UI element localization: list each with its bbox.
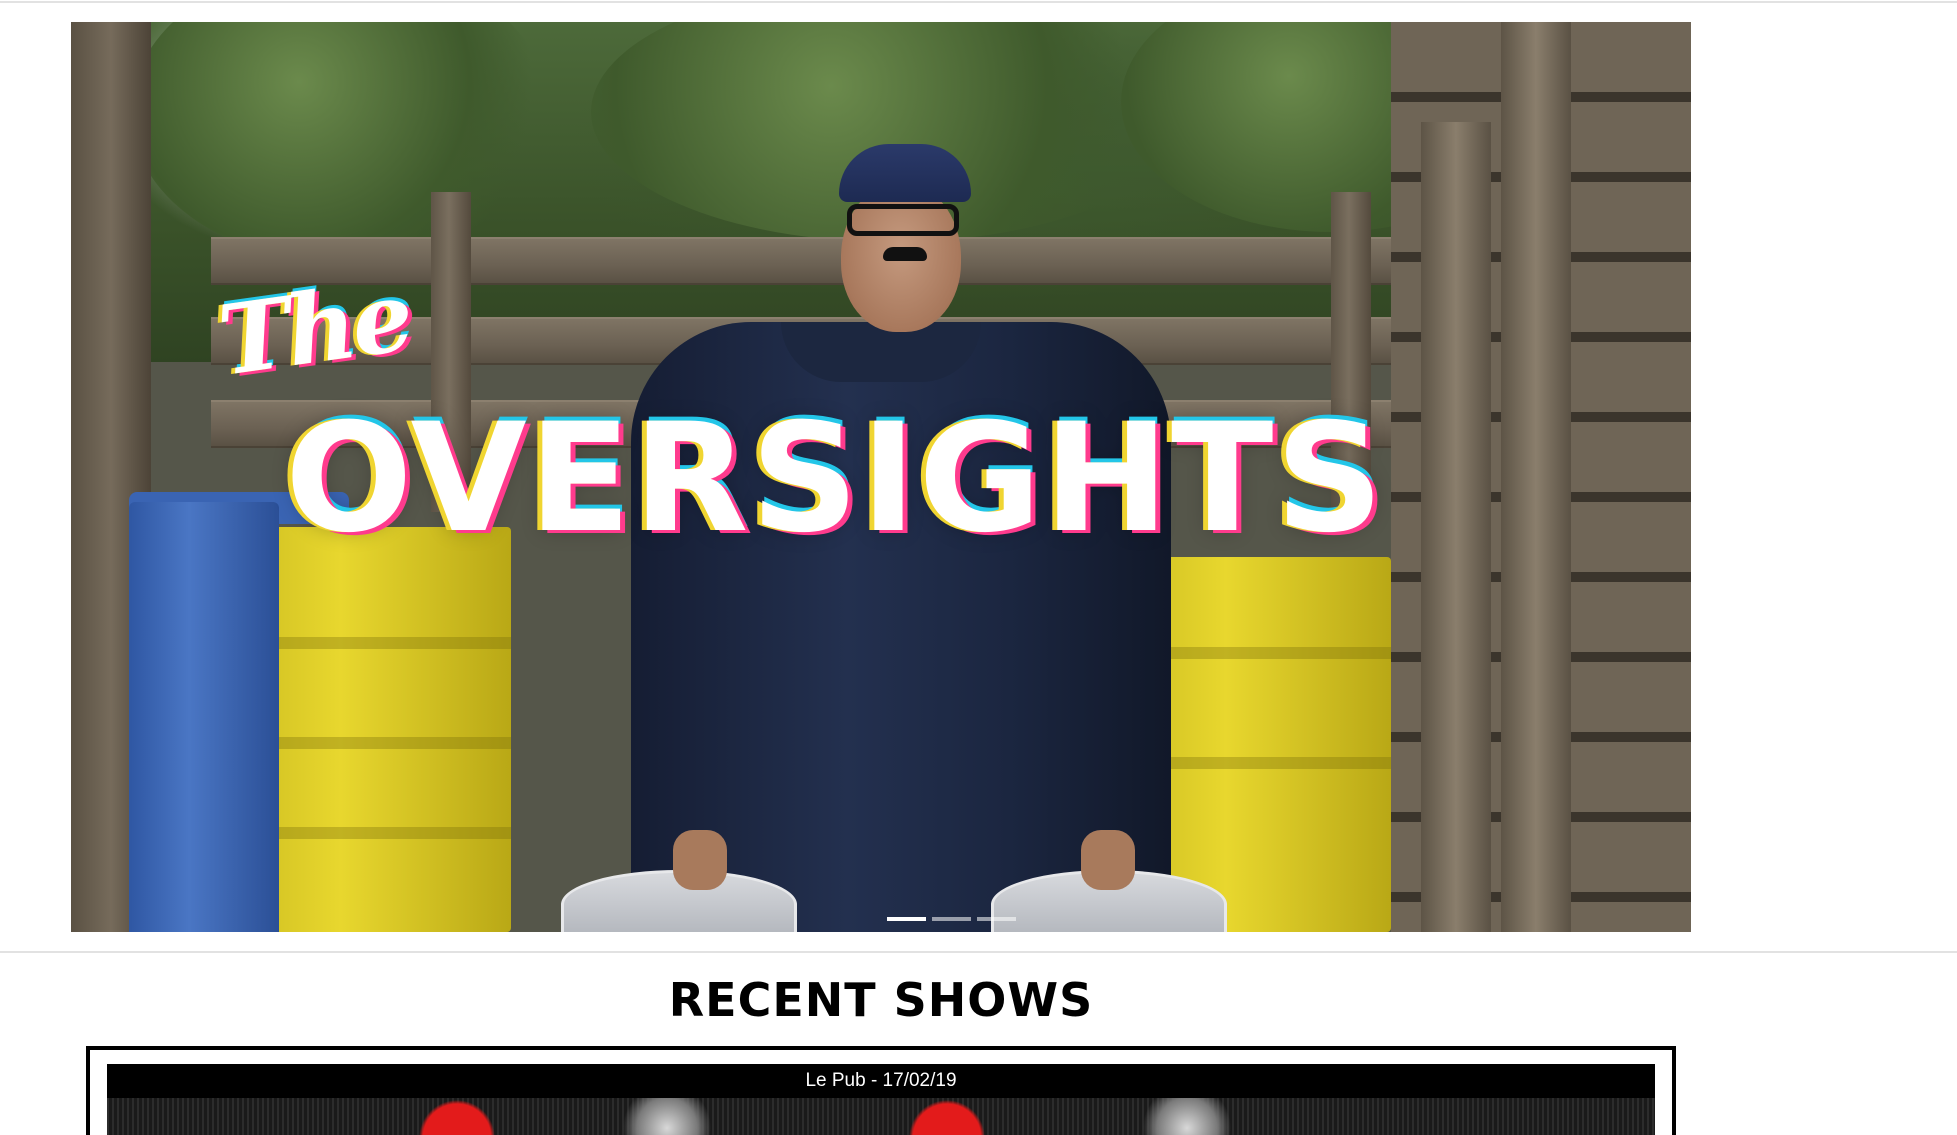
show-poster: Le Pub - 17/02/19 bbox=[107, 1064, 1655, 1135]
page: The OVERSIGHTS RECENT SHOWS Le Pub - 17/… bbox=[0, 0, 1957, 1135]
slider-dot-3[interactable] bbox=[977, 917, 1016, 921]
slider-dot-1[interactable] bbox=[887, 917, 926, 921]
slider-dot-2[interactable] bbox=[932, 917, 971, 921]
hero-title-oversights: OVERSIGHTS bbox=[285, 392, 1386, 566]
section-divider bbox=[0, 951, 1957, 953]
hero-slider[interactable]: The OVERSIGHTS bbox=[71, 22, 1691, 932]
show-card[interactable]: Le Pub - 17/02/19 bbox=[86, 1046, 1676, 1135]
slider-pagination bbox=[887, 917, 1016, 921]
person-hand bbox=[1081, 830, 1135, 890]
show-caption: Le Pub - 17/02/19 bbox=[107, 1064, 1655, 1098]
fence-plank bbox=[1421, 122, 1491, 932]
person-collar bbox=[781, 322, 981, 382]
fence-plank bbox=[1501, 22, 1571, 932]
show-poster-image bbox=[107, 1098, 1655, 1135]
recent-shows-heading: RECENT SHOWS bbox=[668, 973, 1094, 1027]
person-mustache bbox=[883, 247, 927, 261]
top-divider bbox=[0, 1, 1957, 3]
person-hand bbox=[673, 830, 727, 890]
blue-bin bbox=[129, 502, 279, 932]
person-glasses bbox=[847, 204, 959, 236]
